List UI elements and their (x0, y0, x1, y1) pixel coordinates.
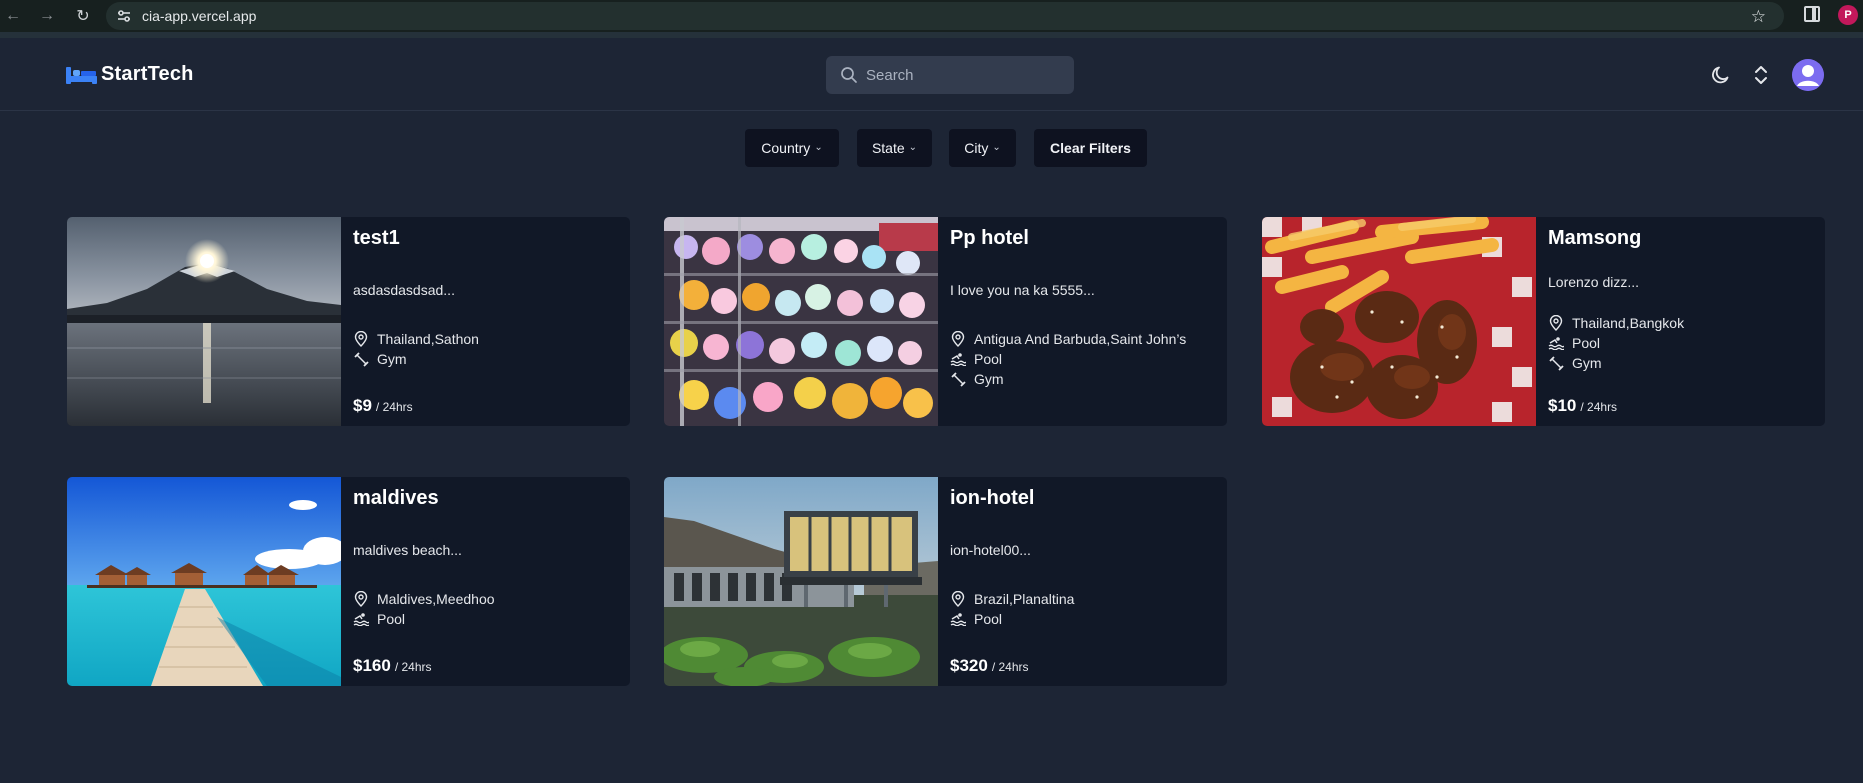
chevron-down-icon: ⌄ (992, 141, 1001, 153)
hotel-description: maldives beach... (353, 542, 462, 558)
amenity-pool: Pool (950, 609, 1002, 629)
hotel-location: Maldives,Meedhoo (353, 589, 495, 609)
pool-icon (950, 611, 966, 627)
site-settings-icon[interactable] (110, 2, 138, 30)
price-value: $320 (950, 656, 988, 675)
dumbbell-icon (353, 351, 369, 367)
search-icon (841, 67, 857, 83)
state-filter-dropdown[interactable]: State ⌄ (857, 129, 932, 167)
amenity-gym: Gym (1548, 353, 1602, 373)
browser-toolbar: ← → ↻ cia-app.vercel.app ☆ P (0, 0, 1863, 32)
hotel-card[interactable]: Pp hotel I love you na ka 5555... Antigu… (664, 217, 1227, 426)
hotel-image-plush-toys (664, 217, 938, 426)
hotel-image-mountain-sunset (67, 217, 341, 426)
hotel-name[interactable]: test1 (353, 227, 400, 250)
pool-icon (950, 351, 966, 367)
hotel-name[interactable]: maldives (353, 487, 439, 510)
location-pin-icon (353, 331, 369, 347)
brand-logo[interactable]: StartTech (66, 63, 194, 86)
amenity-pool: Pool (1548, 333, 1600, 353)
country-filter-dropdown[interactable]: Country ⌄ (745, 129, 839, 167)
city-filter-label: City (964, 140, 989, 156)
hotel-image-modern-building (664, 477, 938, 686)
dumbbell-icon (950, 371, 966, 387)
back-arrow-icon[interactable]: ← (0, 3, 26, 29)
search-input[interactable] (866, 66, 1066, 84)
hotel-location-text: Thailand,Bangkok (1572, 315, 1685, 331)
state-filter-label: State (871, 140, 905, 156)
city-filter-dropdown[interactable]: City ⌄ (949, 129, 1016, 167)
price-unit: / 24hrs (375, 400, 413, 414)
url-text: cia-app.vercel.app (142, 8, 257, 24)
hotel-price: $9 / 24hrs (353, 396, 413, 416)
hotel-location: Brazil,Planaltina (950, 589, 1074, 609)
country-filter-label: Country (761, 140, 811, 156)
hotel-location-text: Thailand,Sathon (377, 331, 479, 347)
price-unit: / 24hrs (1580, 400, 1618, 414)
location-pin-icon (1548, 315, 1564, 331)
amenity-pool: Pool (353, 609, 405, 629)
amenity-gym: Gym (950, 369, 1004, 389)
hotel-location: Thailand,Sathon (353, 329, 479, 349)
price-unit: / 24hrs (394, 660, 432, 674)
hotel-image-maldives-beach (67, 477, 341, 686)
location-pin-icon (353, 591, 369, 607)
pool-icon (353, 611, 369, 627)
hotel-card[interactable]: ion-hotel ion-hotel00... Brazil,Planalti… (664, 477, 1227, 686)
bed-icon (66, 64, 97, 85)
price-unit: / 24hrs (991, 660, 1029, 674)
chevron-up-down-icon[interactable] (1748, 62, 1774, 88)
hotel-location-text: Maldives,Meedhoo (377, 591, 495, 607)
hotel-card[interactable]: maldives maldives beach... Maldives,Meed… (67, 477, 630, 686)
hotel-location: Antigua And Barbuda,Saint John’s (950, 329, 1186, 349)
hotel-image-fried-food (1262, 217, 1536, 426)
address-bar[interactable]: cia-app.vercel.app ☆ (106, 2, 1784, 30)
app-header: StartTech (0, 38, 1863, 111)
clear-filters-button[interactable]: Clear Filters (1034, 129, 1147, 167)
user-avatar[interactable] (1792, 59, 1824, 91)
amenity-label: Pool (377, 611, 406, 627)
dumbbell-icon (1548, 355, 1564, 371)
amenity-label: Gym (377, 351, 407, 367)
amenity-label: Pool (974, 351, 1003, 367)
hotel-description: asdasdasdsad... (353, 282, 455, 298)
amenity-gym: Gym (353, 349, 407, 369)
hotel-name[interactable]: Mamsong (1548, 227, 1641, 250)
amenity-label: Pool (974, 611, 1003, 627)
hotel-location-text: Antigua And Barbuda,Saint John’s (974, 331, 1187, 347)
hotel-price: $320 / 24hrs (950, 656, 1029, 676)
location-pin-icon (950, 591, 966, 607)
hotel-price: $160 / 24hrs (353, 656, 432, 676)
bookmark-star-icon[interactable]: ☆ (1751, 7, 1766, 27)
hotel-card[interactable]: test1 asdasdasdsad... Thailand,Sathon Gy… (67, 217, 630, 426)
hotel-location: Thailand,Bangkok (1548, 313, 1684, 333)
browser-profile-avatar[interactable]: P (1838, 5, 1858, 25)
reload-icon[interactable]: ↻ (70, 3, 96, 29)
price-value: $160 (353, 656, 391, 675)
pool-icon (1548, 335, 1564, 351)
search-box[interactable] (826, 56, 1074, 94)
hotel-location-text: Brazil,Planaltina (974, 591, 1075, 607)
amenity-label: Gym (974, 371, 1004, 387)
hotel-description: I love you na ka 5555... (950, 282, 1095, 298)
forward-arrow-icon[interactable]: → (34, 3, 60, 29)
price-value: $10 (1548, 396, 1577, 415)
hotel-price: $10 / 24hrs (1548, 396, 1617, 416)
hotel-name[interactable]: Pp hotel (950, 227, 1029, 250)
hotel-description: Lorenzo dizz... (1548, 274, 1640, 290)
dark-mode-moon-icon[interactable] (1708, 62, 1734, 88)
brand-name: StartTech (101, 63, 194, 85)
amenity-label: Pool (1572, 335, 1601, 351)
hotel-description: ion-hotel00... (950, 542, 1031, 558)
side-panel-icon[interactable] (1804, 6, 1820, 22)
filter-bar: Country ⌄ State ⌄ City ⌄ Clear Filters (0, 129, 1863, 167)
price-value: $9 (353, 396, 372, 415)
amenity-pool: Pool (950, 349, 1002, 369)
hotel-card[interactable]: Mamsong Lorenzo dizz... Thailand,Bangkok… (1262, 217, 1825, 426)
chevron-down-icon: ⌄ (908, 141, 918, 153)
amenity-label: Gym (1572, 355, 1602, 371)
hotel-name[interactable]: ion-hotel (950, 487, 1034, 510)
chevron-down-icon: ⌄ (814, 141, 823, 153)
location-pin-icon (950, 331, 966, 347)
